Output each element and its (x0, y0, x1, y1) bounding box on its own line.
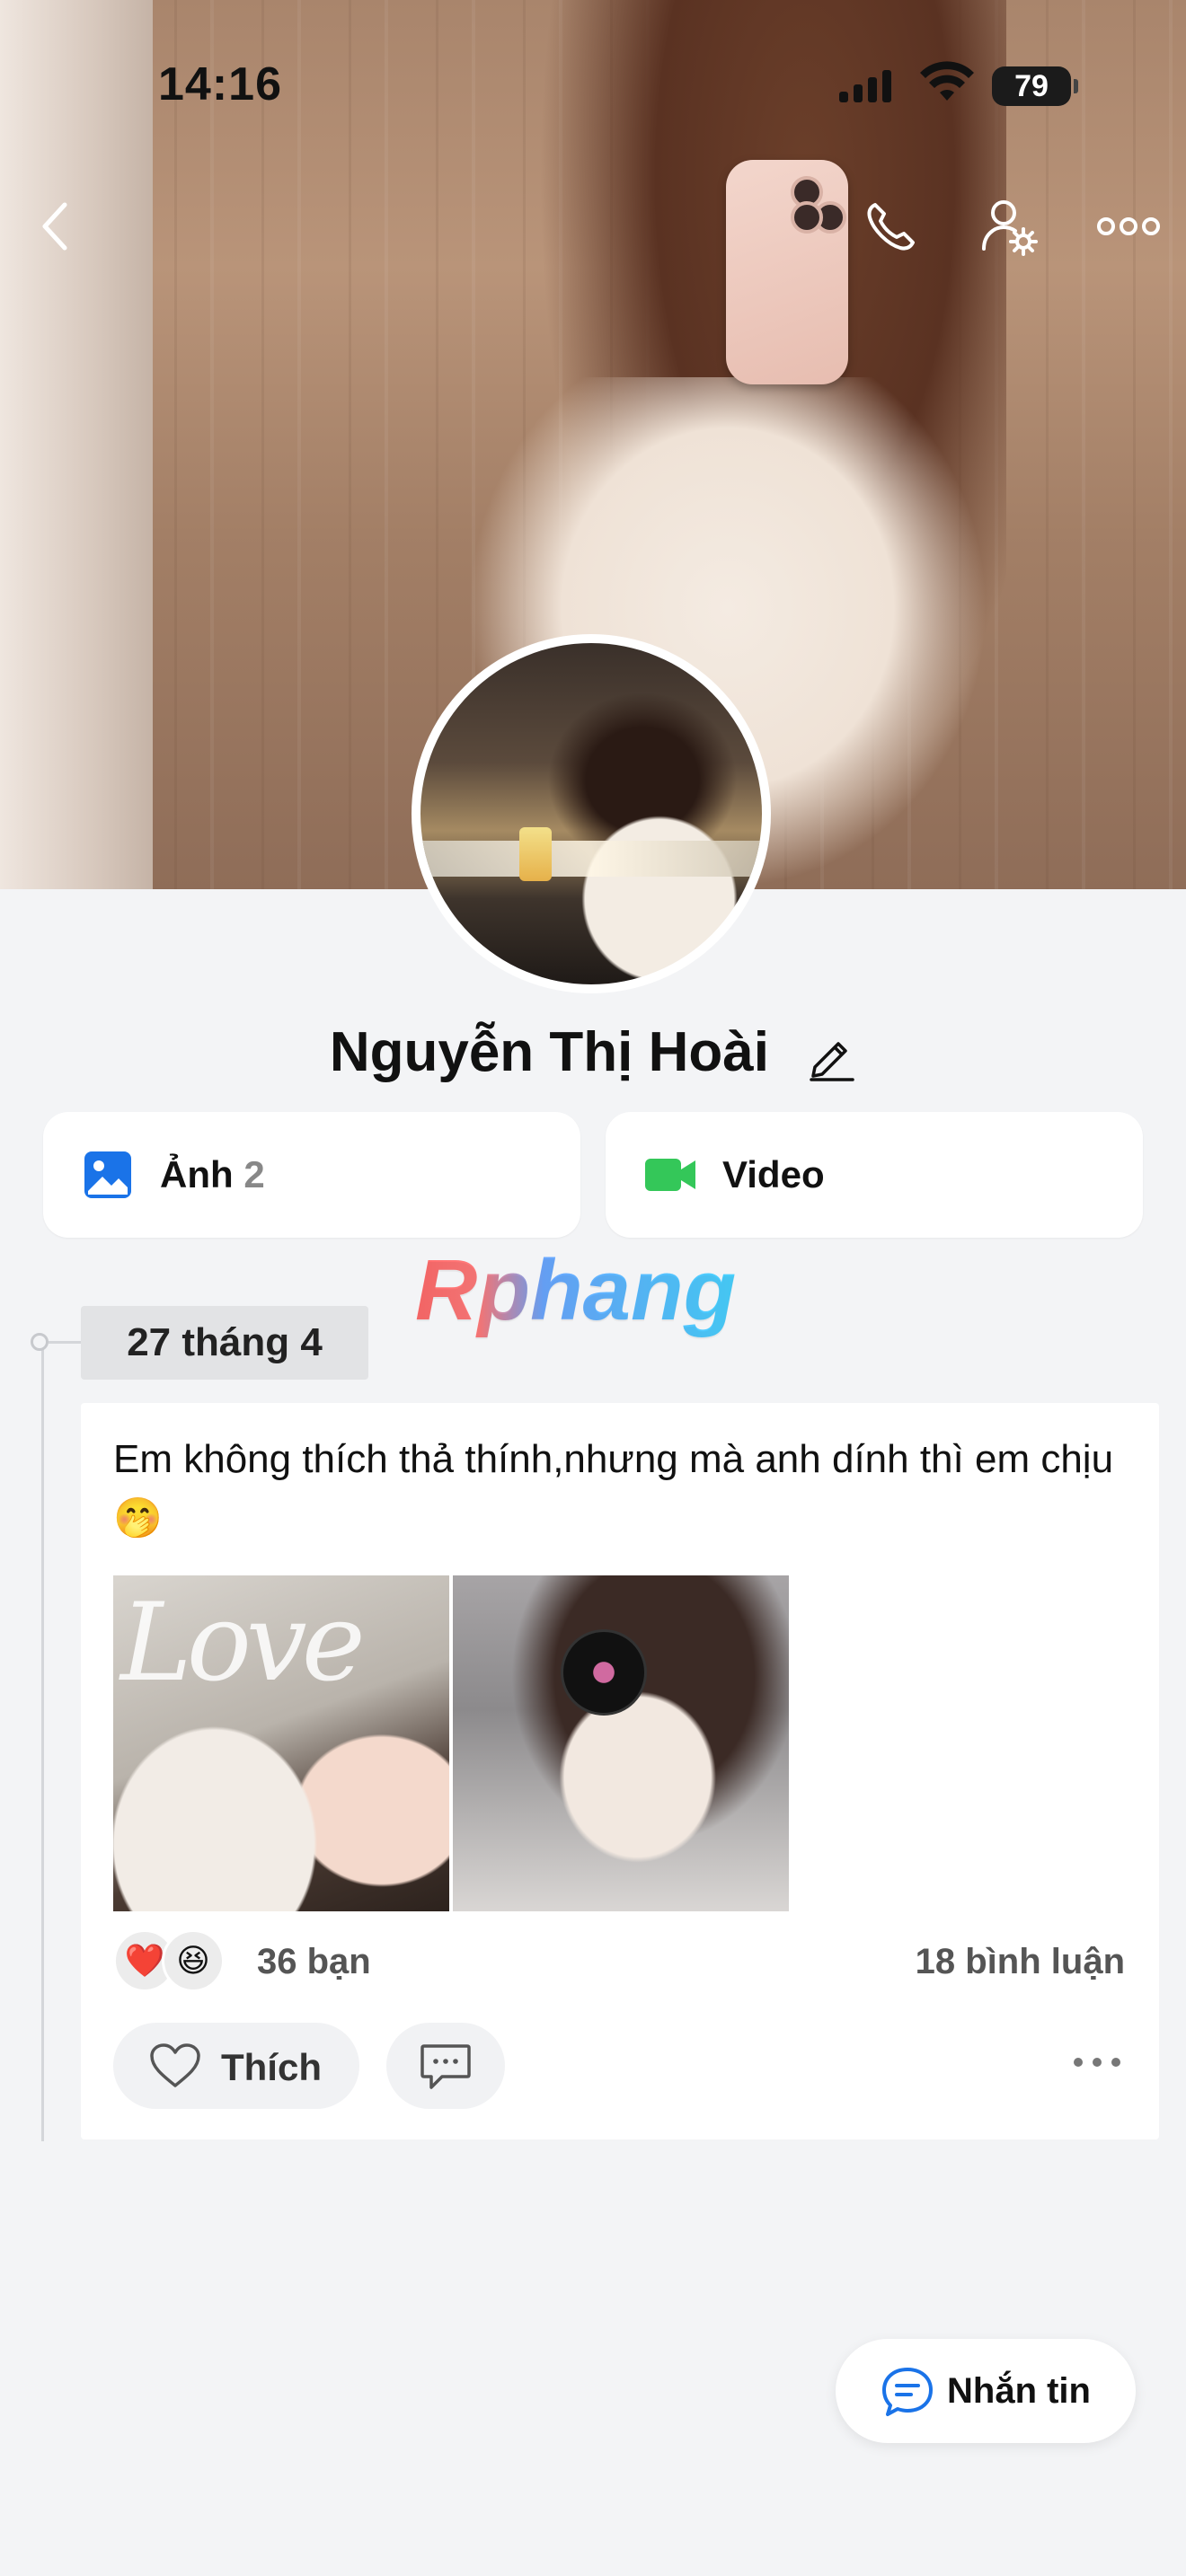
post-photo-2[interactable] (453, 1575, 789, 1911)
profile-settings-button[interactable] (974, 190, 1046, 262)
photos-button[interactable]: Ảnh 2 (43, 1112, 580, 1238)
wifi-icon (920, 61, 974, 101)
post-date: 27 tháng 4 (81, 1306, 368, 1380)
phone-lens (791, 201, 823, 234)
user-settings-icon (982, 200, 1038, 256)
more-horizontal-icon (1097, 217, 1160, 235)
videos-label: Video (722, 1153, 825, 1195)
timeline-connector (49, 1341, 81, 1344)
video-icon (645, 1159, 695, 1191)
like-label: Thích (221, 2046, 322, 2088)
avatar-image (420, 643, 762, 984)
send-message-button[interactable]: Nhắn tin (836, 2339, 1136, 2443)
heart-icon (150, 2043, 200, 2087)
send-message-label: Nhắn tin (947, 2371, 1091, 2411)
edit-name-icon[interactable] (806, 1031, 856, 1081)
battery-indicator: 79 (992, 66, 1078, 106)
profile-name: Nguyễn Thị Hoài (0, 1020, 1186, 1084)
post-text: Em không thích thả thính,nhưng mà anh dí… (113, 1437, 1114, 1540)
photo-icon (84, 1151, 131, 1198)
status-time: 14:16 (158, 58, 282, 110)
comment-button[interactable] (386, 2023, 505, 2109)
cover-phone (726, 160, 848, 384)
more-options-button[interactable] (1093, 190, 1164, 262)
music-disc-icon (561, 1629, 647, 1716)
chevron-left-icon (42, 202, 67, 251)
chat-bubble-icon (882, 2368, 933, 2416)
timeline-line (41, 1342, 44, 2141)
timeline-dot (31, 1333, 49, 1351)
videos-button[interactable]: Video (606, 1112, 1143, 1238)
reaction-count[interactable]: 36 bạn (257, 1942, 371, 1982)
post-more-icon[interactable] (1071, 2051, 1123, 2073)
post-photo-1[interactable]: Love (113, 1575, 449, 1911)
status-bar: 14:16 79 (0, 0, 1186, 135)
photo-overlay-text: Love (120, 1581, 366, 1706)
profile-name-text: Nguyễn Thị Hoài (329, 1021, 769, 1083)
back-button[interactable] (20, 190, 92, 262)
like-button[interactable]: Thích (113, 2023, 359, 2109)
profile-avatar[interactable] (412, 634, 771, 993)
post-card[interactable]: Em không thích thả thính,nhưng mà anh dí… (81, 1403, 1159, 2139)
photos-count: 2 (243, 1153, 265, 1195)
phone-icon (867, 203, 915, 251)
comment-count[interactable]: 18 bình luận (916, 1942, 1125, 1982)
laugh-reaction-icon: 😆 (162, 1929, 225, 1992)
watermark-logo: Rphang (415, 1242, 737, 1338)
photos-label: Ảnh (160, 1153, 234, 1195)
signal-icon (839, 70, 891, 102)
call-button[interactable] (855, 190, 927, 262)
comment-icon (420, 2044, 471, 2089)
